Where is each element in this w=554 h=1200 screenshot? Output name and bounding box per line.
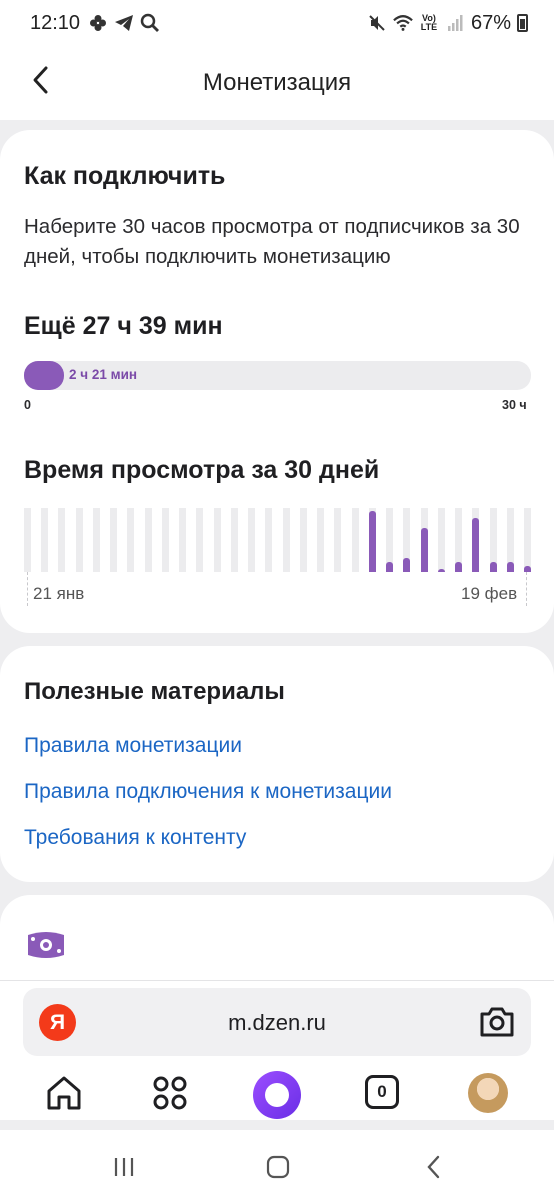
system-back-button[interactable]: [414, 1150, 454, 1184]
how-to-description: Наберите 30 часов просмотра от подписчик…: [24, 215, 520, 268]
camera-icon: [480, 1007, 514, 1037]
chart-bar: [490, 562, 497, 572]
url-text[interactable]: m.dzen.ru: [23, 1010, 531, 1036]
back-arrow-icon: [427, 1155, 440, 1179]
useful-materials-card: Полезные материалы Правила монетизации П…: [0, 646, 554, 882]
chart-bar-bg: [58, 508, 65, 572]
telegram-icon: [114, 13, 134, 33]
chart-bar-bg: [110, 508, 117, 572]
services-button[interactable]: [148, 1071, 192, 1115]
address-bar[interactable]: Я m.dzen.ru: [23, 988, 531, 1056]
chart-bar-bg: [300, 508, 307, 572]
chart-bar: [386, 562, 393, 572]
chart-bar-bg: [127, 508, 134, 572]
chart-bar-bg: [76, 508, 83, 572]
lte-indicator: Vo) LTE: [420, 13, 438, 32]
link-connection-rules[interactable]: Правила подключения к монетизации: [24, 780, 392, 804]
how-to-title: Как подключить: [24, 162, 226, 190]
avatar[interactable]: [468, 1073, 508, 1113]
link-content-requirements[interactable]: Требования к контенту: [24, 826, 246, 850]
mute-icon: [367, 13, 387, 33]
progress-max-label: 30 ч: [502, 398, 527, 412]
browser-bar: Я m.dzen.ru 0: [0, 980, 554, 1120]
clover-icon: [88, 13, 108, 33]
home-icon: [47, 1076, 81, 1110]
chart-bar-bg: [317, 508, 324, 572]
chart-bar-bg: [179, 508, 186, 572]
wifi-icon: [393, 13, 413, 33]
watch-time-chart: [24, 506, 531, 572]
system-nav: [0, 1130, 554, 1200]
signal-icon: [445, 13, 465, 33]
chart-bar-bg: [162, 508, 169, 572]
chart-bar: [455, 562, 462, 572]
grid-icon: [153, 1076, 187, 1110]
chart-end-tick: [526, 572, 527, 606]
progress-label: 2 ч 21 мин: [69, 367, 138, 382]
app-header: Монетизация: [0, 46, 554, 120]
chart-bar: [403, 558, 410, 572]
status-bar: 12:10 Vo) LTE 67%: [0, 0, 554, 46]
chart-bar-bg: [145, 508, 152, 572]
chart-bar-bg: [352, 508, 359, 572]
chart-bar: [369, 511, 376, 572]
home-button[interactable]: [42, 1071, 86, 1115]
chart-bar: [472, 518, 479, 572]
chevron-left-icon: [33, 66, 48, 94]
chart-axis: 21 янв 19 фев: [24, 572, 531, 606]
alice-button[interactable]: [253, 1071, 301, 1119]
chart-bar-bg: [438, 508, 445, 572]
chart-bar-bg: [265, 508, 272, 572]
chart-end-label: 19 фев: [461, 584, 518, 603]
progress-fill: [24, 361, 64, 390]
chart-bar: [421, 528, 428, 572]
chart-bar-bg: [524, 508, 531, 572]
remaining-time: Ещё 27 ч 39 мин: [24, 312, 223, 340]
chart-bar-bg: [248, 508, 255, 572]
battery-percent: 67%: [470, 11, 511, 34]
chart-bar-bg: [24, 508, 31, 572]
chart-start-tick: [27, 572, 28, 606]
browser-nav: 0: [0, 1071, 554, 1127]
chart-bar-bg: [196, 508, 203, 572]
chart-bar-bg: [283, 508, 290, 572]
chart-bar-bg: [41, 508, 48, 572]
watch-time-title: Время просмотра за 30 дней: [24, 456, 380, 484]
progress-min-label: 0: [24, 398, 31, 412]
chart-bar: [507, 562, 514, 572]
page-title: Монетизация: [202, 69, 352, 96]
system-home-button[interactable]: [258, 1150, 298, 1184]
chart-bar-bg: [214, 508, 221, 572]
recents-icon: [114, 1158, 134, 1176]
chart-bar-bg: [334, 508, 341, 572]
chart-bar-bg: [231, 508, 238, 572]
square-icon: [266, 1155, 290, 1179]
chart-bar-bg: [93, 508, 100, 572]
battery-icon: [517, 14, 528, 32]
recents-button[interactable]: [104, 1150, 144, 1184]
progress-bar: 2 ч 21 мин: [24, 361, 531, 390]
money-icon: [24, 929, 68, 966]
how-to-connect-card: Как подключить Наберите 30 часов просмот…: [0, 130, 554, 633]
link-monetization-rules[interactable]: Правила монетизации: [24, 734, 242, 758]
search-icon: [140, 13, 160, 33]
chart-start-label: 21 янв: [33, 584, 85, 603]
status-time: 12:10: [30, 11, 81, 34]
back-button[interactable]: [22, 60, 62, 100]
tabs-button[interactable]: 0: [365, 1075, 399, 1109]
materials-title: Полезные материалы: [24, 678, 285, 705]
camera-search-button[interactable]: [477, 1002, 517, 1042]
